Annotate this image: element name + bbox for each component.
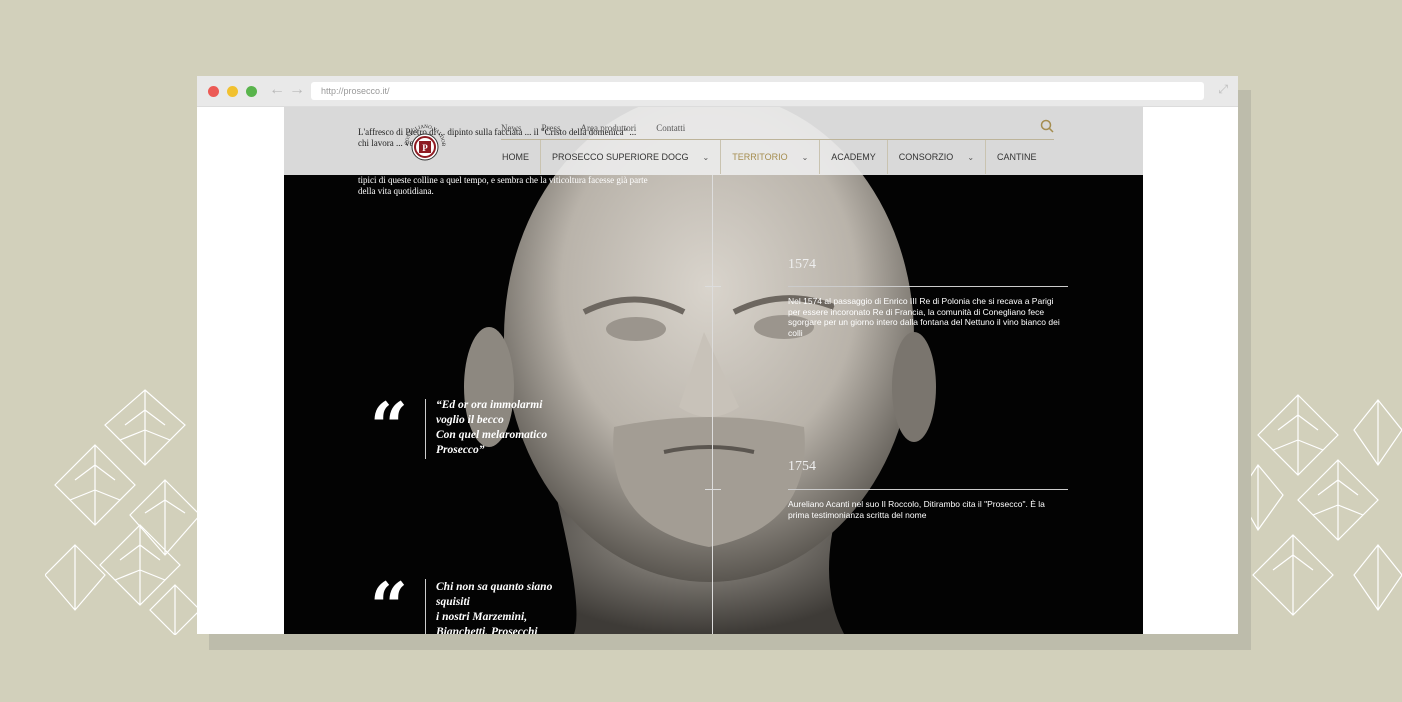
- nav-link-news[interactable]: News: [501, 123, 522, 133]
- main-nav-label: CANTINE: [997, 152, 1037, 162]
- main-nav-territorio[interactable]: TERRITORIO ⌄: [721, 140, 821, 174]
- consorzio-logo-icon[interactable]: P CONEGLIANO VALDOBBIADENE DOCG: [402, 121, 448, 169]
- quote-line: Con quel melaromatico: [436, 429, 548, 441]
- timeline-divider-1754: [788, 489, 1068, 490]
- nav-link-area-produttori[interactable]: Area produttori: [581, 123, 637, 133]
- timeline-year-1574: 1574: [788, 257, 816, 272]
- quote-line: Bianchetti, Prosecchi: [436, 626, 538, 634]
- quote-line: i nostri Marzemini,: [436, 611, 528, 623]
- address-bar[interactable]: http://prosecco.it/: [311, 82, 1204, 100]
- main-nav-home[interactable]: HOME: [491, 140, 541, 174]
- nav-link-contatti[interactable]: Contatti: [656, 123, 685, 133]
- close-window-button[interactable]: [208, 86, 219, 97]
- quote-mark-icon: “: [370, 568, 408, 634]
- main-nav-label: PROSECCO SUPERIORE DOCG: [552, 152, 689, 162]
- top-utility-nav: News Press Area produttori Contatti: [501, 123, 685, 133]
- timeline-divider-1574: [788, 286, 1068, 287]
- quote-line: Prosecco”: [436, 444, 485, 456]
- chevron-down-icon: ⌄: [801, 152, 809, 162]
- search-icon[interactable]: [1040, 119, 1054, 133]
- leaf-pattern-left: [45, 389, 200, 635]
- quote-line: “Ed or ora immolarmi: [436, 399, 543, 411]
- back-arrow-icon[interactable]: ←: [269, 81, 285, 99]
- timeline-axis: [712, 175, 713, 634]
- chevron-down-icon: ⌄: [967, 152, 975, 162]
- quote-mark-icon: “: [370, 388, 408, 466]
- minimize-window-button[interactable]: [227, 86, 238, 97]
- maximize-window-button[interactable]: [246, 86, 257, 97]
- chevron-down-icon: ⌄: [702, 152, 710, 162]
- browser-window: ← → http://prosecco.it/ ⤢ L'affresco di …: [197, 76, 1238, 634]
- intro-text-continuation: tipici di queste colline a quel tempo, e…: [358, 175, 648, 196]
- expand-icon[interactable]: ⤢: [1218, 82, 1228, 97]
- website-viewport: L'affresco di Pietro di ... dipinto sull…: [284, 107, 1143, 634]
- quote-bar: [425, 399, 426, 459]
- main-nav: HOME PROSECCO SUPERIORE DOCG ⌄ TERRITORIO…: [491, 140, 1048, 174]
- timeline-tick-1754: [705, 489, 721, 490]
- timeline-year-1754: 1754: [788, 459, 816, 474]
- main-nav-label: HOME: [502, 152, 529, 162]
- quote-line: squisiti: [436, 596, 470, 608]
- quote-block-1: “Ed or ora immolarmi voglio il becco Con…: [436, 398, 586, 458]
- main-nav-cantine[interactable]: CANTINE: [986, 140, 1048, 174]
- main-nav-label: CONSORZIO: [898, 152, 954, 162]
- forward-arrow-icon[interactable]: →: [289, 81, 305, 99]
- quote-line: Chi non sa quanto siano: [436, 581, 553, 593]
- quote-bar: [425, 579, 426, 634]
- svg-text:P: P: [422, 143, 428, 153]
- main-nav-consorzio[interactable]: CONSORZIO ⌄: [888, 140, 987, 174]
- nav-link-press[interactable]: Press: [542, 123, 561, 133]
- quote-line: voglio il becco: [436, 414, 504, 426]
- timeline-event-1574: Nel 1574 al passaggio di Enrico III Re d…: [788, 296, 1060, 338]
- timeline-event-1754: Aureliano Acanti nel suo Il Roccolo, Dit…: [788, 499, 1045, 520]
- leaf-pattern-right: [1238, 394, 1402, 616]
- browser-toolbar: ← → http://prosecco.it/ ⤢: [197, 76, 1238, 107]
- main-nav-label: ACADEMY: [831, 152, 876, 162]
- main-nav-academy[interactable]: ACADEMY: [820, 140, 888, 174]
- timeline-tick-1574: [705, 286, 721, 287]
- main-nav-label: TERRITORIO: [732, 152, 788, 162]
- quote-block-2: Chi non sa quanto siano squisiti i nostr…: [436, 580, 586, 634]
- main-nav-prosecco-superiore[interactable]: PROSECCO SUPERIORE DOCG ⌄: [541, 140, 722, 174]
